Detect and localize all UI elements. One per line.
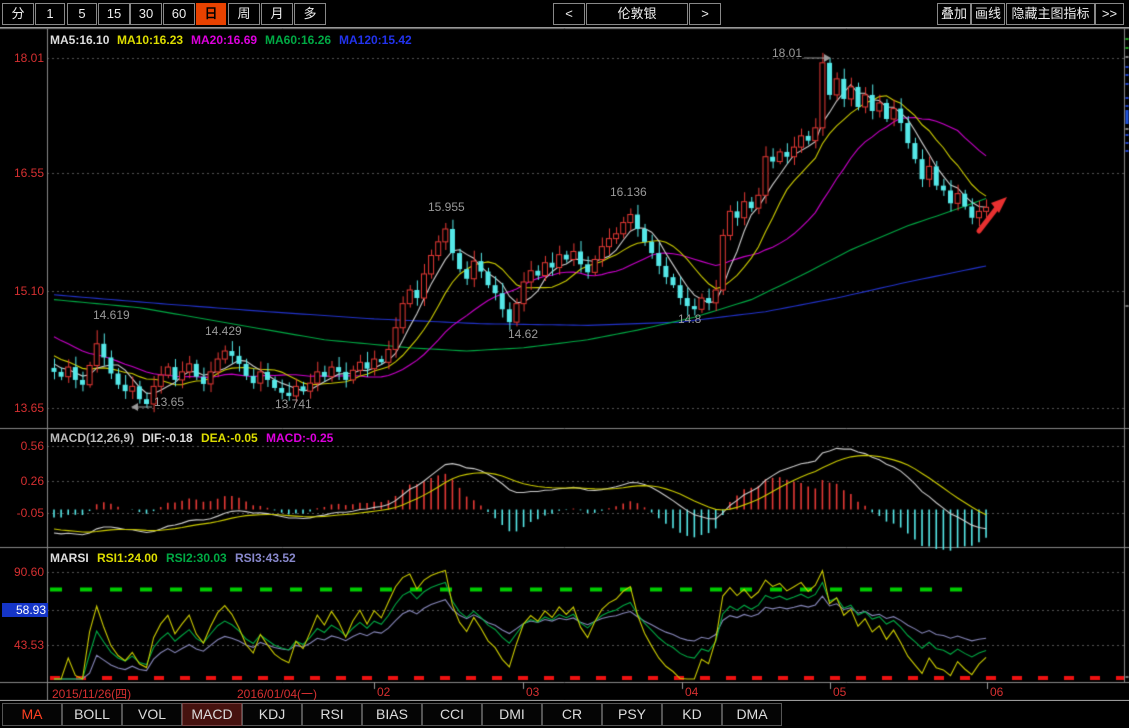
symbol-name-button[interactable]: 伦敦银 xyxy=(586,3,688,25)
period-button-多[interactable]: 多 xyxy=(294,3,326,25)
period-button-分[interactable]: 分 xyxy=(2,3,34,25)
hide-main-indicator-button[interactable]: 隐藏主图指标 xyxy=(1006,3,1095,25)
tab-RSI[interactable]: RSI xyxy=(302,703,362,726)
draw-line-button[interactable]: 画线 xyxy=(971,3,1005,25)
period-button-30[interactable]: 30 xyxy=(130,3,162,25)
tab-DMI[interactable]: DMI xyxy=(482,703,542,726)
period-button-周[interactable]: 周 xyxy=(228,3,260,25)
tab-DMA[interactable]: DMA xyxy=(722,703,782,726)
tab-MACD[interactable]: MACD xyxy=(182,703,242,726)
period-button-60[interactable]: 60 xyxy=(163,3,195,25)
period-button-15[interactable]: 15 xyxy=(98,3,130,25)
tab-KD[interactable]: KD xyxy=(662,703,722,726)
period-button-月[interactable]: 月 xyxy=(261,3,293,25)
tab-PSY[interactable]: PSY xyxy=(602,703,662,726)
period-button-5[interactable]: 5 xyxy=(67,3,97,25)
chart-window: 分15153060日周月多<伦敦银>叠加画线隐藏主图指标>> MA5:16.10… xyxy=(0,0,1129,727)
tab-CR[interactable]: CR xyxy=(542,703,602,726)
tab-VOL[interactable]: VOL xyxy=(122,703,182,726)
indicator-tab-bar: MABOLLVOLMACDKDJRSIBIASCCIDMICRPSYKDDMA xyxy=(0,700,1129,728)
symbol-next-button[interactable]: > xyxy=(689,3,721,25)
overlay-button[interactable]: 叠加 xyxy=(937,3,971,25)
tab-BOLL[interactable]: BOLL xyxy=(62,703,122,726)
period-button-1[interactable]: 1 xyxy=(35,3,65,25)
symbol-prev-button[interactable]: < xyxy=(553,3,585,25)
period-button-日[interactable]: 日 xyxy=(196,3,226,25)
tab-CCI[interactable]: CCI xyxy=(422,703,482,726)
top-toolbar: 分15153060日周月多<伦敦银>叠加画线隐藏主图指标>> xyxy=(0,0,1129,28)
chart-canvas[interactable] xyxy=(0,0,1129,727)
tab-KDJ[interactable]: KDJ xyxy=(242,703,302,726)
more-tools-button[interactable]: >> xyxy=(1095,3,1124,25)
tab-BIAS[interactable]: BIAS xyxy=(362,703,422,726)
tab-MA[interactable]: MA xyxy=(2,703,62,726)
